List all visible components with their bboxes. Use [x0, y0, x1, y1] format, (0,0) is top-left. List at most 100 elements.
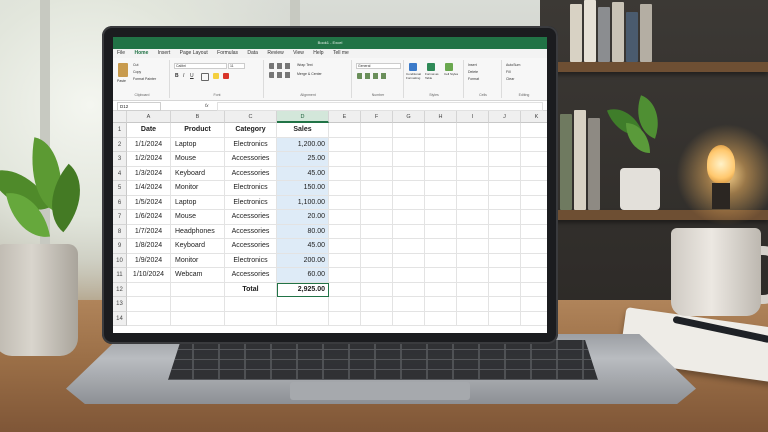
- empty-cell[interactable]: [521, 196, 547, 210]
- empty-cell[interactable]: [329, 297, 361, 312]
- total-label[interactable]: Total: [225, 282, 277, 297]
- insert-button[interactable]: Insert: [468, 63, 477, 67]
- conditional-formatting-icon[interactable]: [409, 63, 417, 71]
- empty-cell[interactable]: [425, 166, 457, 181]
- empty-cell[interactable]: [457, 181, 489, 196]
- empty-cell[interactable]: [425, 210, 457, 225]
- row-header[interactable]: 1: [113, 123, 127, 138]
- column-header-a[interactable]: A: [127, 111, 171, 123]
- cell-category[interactable]: Accessories: [225, 268, 277, 283]
- empty-cell[interactable]: [329, 181, 361, 196]
- row-header[interactable]: 9: [113, 239, 127, 254]
- empty-cell[interactable]: [361, 224, 393, 239]
- cell-date[interactable]: 1/4/2024: [127, 181, 171, 196]
- cell-category[interactable]: Electronics: [225, 137, 277, 152]
- format-as-table-icon[interactable]: [427, 63, 435, 71]
- cell-sales[interactable]: 45.00: [277, 166, 329, 181]
- empty-cell[interactable]: [393, 210, 425, 225]
- empty-cell[interactable]: [393, 282, 425, 297]
- autosum-button[interactable]: AutoSum: [506, 63, 520, 67]
- empty-cell[interactable]: [361, 152, 393, 167]
- empty-cell[interactable]: [329, 282, 361, 297]
- cell-product[interactable]: Keyboard: [171, 239, 225, 254]
- empty-cell[interactable]: [329, 253, 361, 268]
- empty-cell[interactable]: [127, 311, 171, 326]
- empty-cell[interactable]: [361, 166, 393, 181]
- font-size-select[interactable]: 11: [228, 63, 245, 69]
- cell-category[interactable]: Accessories: [225, 166, 277, 181]
- cell-sales[interactable]: 1,200.00: [277, 137, 329, 152]
- empty-cell[interactable]: [329, 239, 361, 254]
- empty-cell[interactable]: [521, 239, 547, 254]
- empty-cell[interactable]: [425, 152, 457, 167]
- column-header-h[interactable]: H: [425, 111, 457, 123]
- empty-cell[interactable]: [127, 282, 171, 297]
- empty-cell[interactable]: [393, 195, 425, 210]
- empty-cell[interactable]: [393, 268, 425, 283]
- cell-category[interactable]: Electronics: [225, 181, 277, 196]
- cell-date[interactable]: 1/1/2024: [127, 137, 171, 152]
- number-format-icons[interactable]: [357, 73, 387, 79]
- empty-cell[interactable]: [425, 195, 457, 210]
- tab-tell-me[interactable]: Tell me: [329, 49, 353, 58]
- cell-sales[interactable]: 25.00: [277, 152, 329, 167]
- empty-cell[interactable]: [457, 268, 489, 283]
- empty-cell[interactable]: [277, 297, 329, 312]
- empty-cell[interactable]: [457, 210, 489, 225]
- cell-category[interactable]: Accessories: [225, 239, 277, 254]
- column-header-i[interactable]: I: [457, 111, 489, 123]
- empty-cell[interactable]: [393, 253, 425, 268]
- empty-cell[interactable]: [425, 239, 457, 254]
- empty-cell[interactable]: [425, 181, 457, 196]
- column-header-g[interactable]: G: [393, 111, 425, 123]
- empty-cell[interactable]: [393, 224, 425, 239]
- empty-cell[interactable]: [225, 297, 277, 312]
- empty-cell[interactable]: [171, 297, 225, 312]
- column-header-j[interactable]: J: [489, 111, 521, 123]
- tab-review[interactable]: Review: [263, 49, 287, 58]
- empty-cell[interactable]: [425, 137, 457, 152]
- cell-product[interactable]: Monitor: [171, 181, 225, 196]
- empty-cell[interactable]: [489, 311, 521, 326]
- row-header[interactable]: 6: [113, 195, 127, 210]
- empty-cell[interactable]: [521, 283, 547, 297]
- cell-date[interactable]: 1/3/2024: [127, 166, 171, 181]
- empty-cell[interactable]: [521, 123, 547, 138]
- empty-cell[interactable]: [489, 210, 521, 225]
- empty-cell[interactable]: [329, 311, 361, 326]
- name-box[interactable]: D12: [117, 102, 161, 111]
- empty-cell[interactable]: [329, 152, 361, 167]
- format-painter-button[interactable]: Format Painter: [133, 77, 156, 81]
- cell-product[interactable]: Mouse: [171, 152, 225, 167]
- row-header[interactable]: 3: [113, 152, 127, 167]
- cell-product[interactable]: Laptop: [171, 195, 225, 210]
- empty-cell[interactable]: [393, 137, 425, 152]
- row-header[interactable]: 10: [113, 253, 127, 268]
- empty-cell[interactable]: [457, 195, 489, 210]
- empty-cell[interactable]: [521, 225, 547, 239]
- fx-icon[interactable]: fx: [205, 101, 209, 110]
- column-header-e[interactable]: E: [329, 111, 361, 123]
- empty-cell[interactable]: [425, 123, 457, 138]
- header-category[interactable]: Category: [225, 123, 277, 138]
- row-header[interactable]: 4: [113, 166, 127, 181]
- empty-cell[interactable]: [489, 224, 521, 239]
- empty-cell[interactable]: [457, 166, 489, 181]
- empty-cell[interactable]: [329, 268, 361, 283]
- clear-button[interactable]: Clear: [506, 77, 514, 81]
- empty-cell[interactable]: [361, 253, 393, 268]
- cell-sales[interactable]: 60.00: [277, 268, 329, 283]
- cell-product[interactable]: Keyboard: [171, 166, 225, 181]
- empty-cell[interactable]: [361, 297, 393, 312]
- cell-product[interactable]: Laptop: [171, 137, 225, 152]
- font-name-select[interactable]: Calibri: [174, 63, 227, 69]
- cell-date[interactable]: 1/8/2024: [127, 239, 171, 254]
- empty-cell[interactable]: [393, 152, 425, 167]
- empty-cell[interactable]: [489, 123, 521, 138]
- wrap-text-button[interactable]: Wrap Text: [297, 63, 313, 67]
- empty-cell[interactable]: [457, 137, 489, 152]
- empty-cell[interactable]: [127, 297, 171, 312]
- format-as-table-button[interactable]: Format as Table: [425, 72, 443, 80]
- column-header-b[interactable]: B: [171, 111, 225, 123]
- empty-cell[interactable]: [489, 253, 521, 268]
